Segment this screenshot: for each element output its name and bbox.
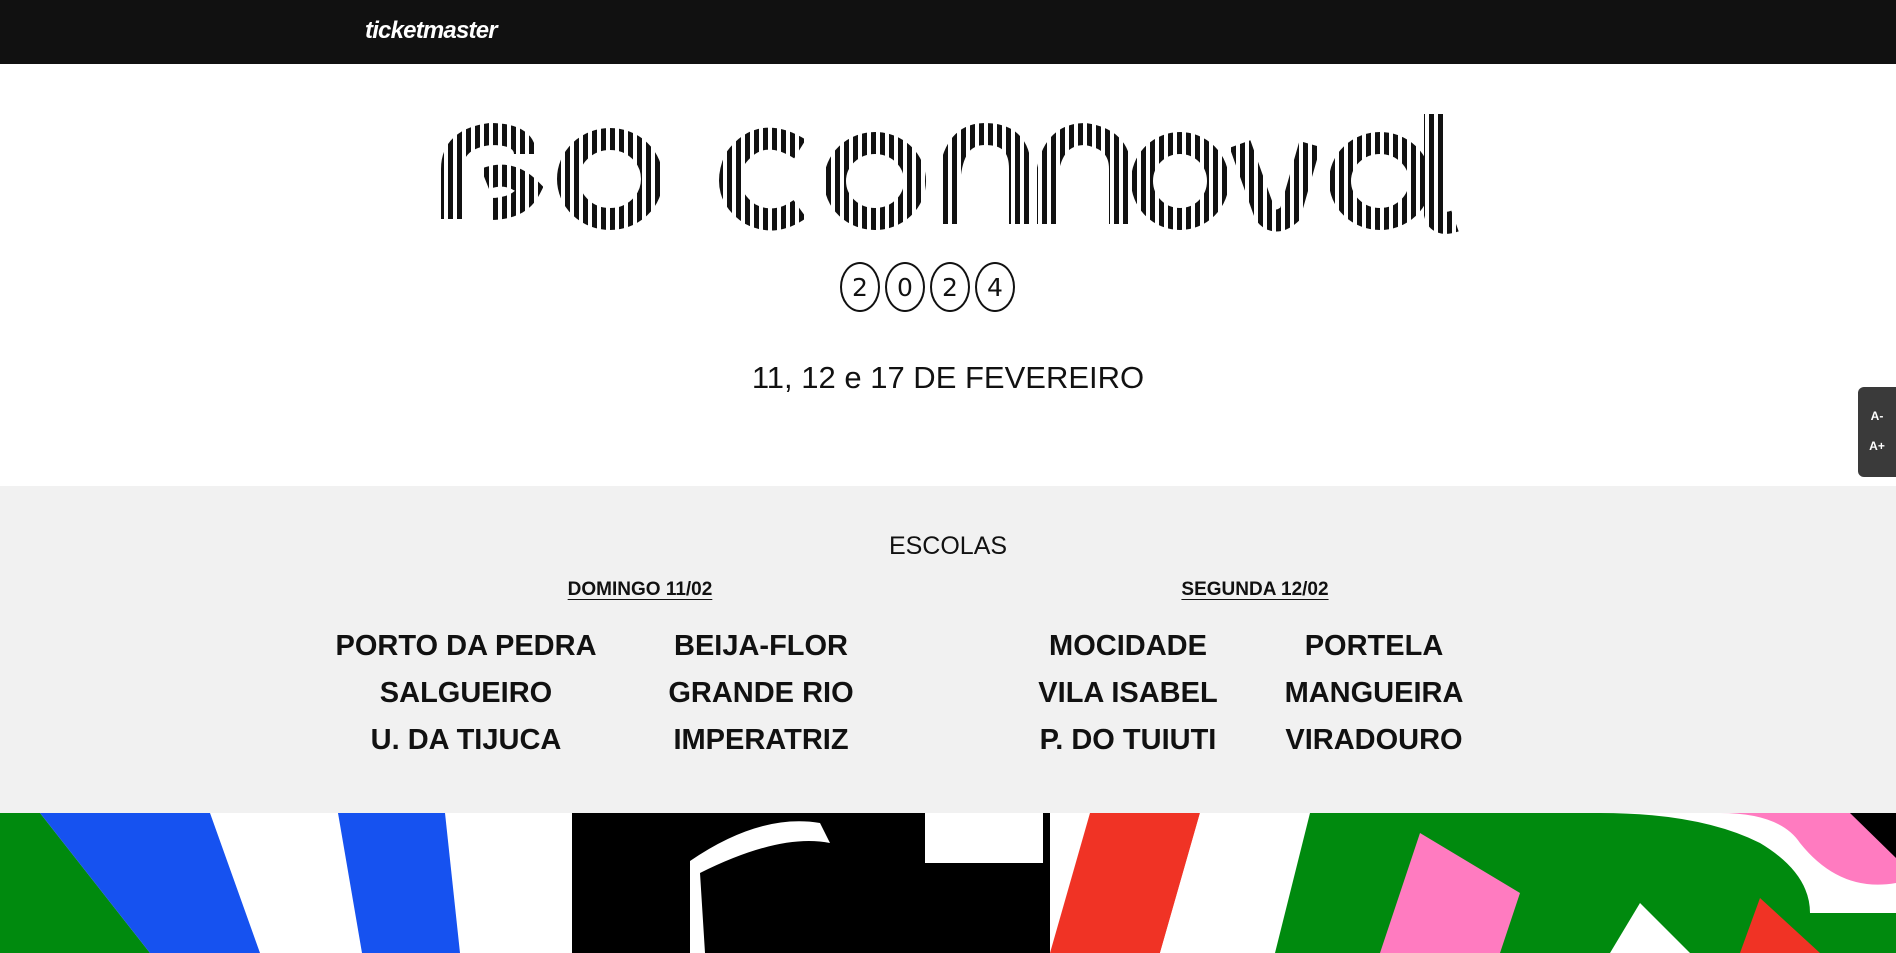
day-link-monday[interactable]: SEGUNDA 12/02: [1181, 579, 1328, 600]
school-link[interactable]: VILA ISABEL: [988, 677, 1268, 710]
schools-title: ESCOLAS: [888, 532, 1008, 560]
event-dates: 11, 12 e 17 DE FEVEREIRO: [751, 360, 1145, 395]
school-link[interactable]: BEIJA-FLOR: [621, 630, 901, 663]
schools-section: ESCOLAS DOMINGO 11/02 SEGUNDA 12/02 PORT…: [0, 486, 1896, 813]
school-link[interactable]: P. DO TUIUTI: [988, 724, 1268, 757]
school-link[interactable]: MOCIDADE: [988, 630, 1268, 663]
decrease-font-button[interactable]: A-: [1858, 409, 1896, 423]
school-link[interactable]: VIRADOURO: [1234, 724, 1514, 757]
day-heading-monday: SEGUNDA 12/02: [1055, 579, 1455, 601]
school-link[interactable]: PORTO DA PEDRA: [326, 630, 606, 663]
year-badge: 2 0 2 4: [840, 262, 1015, 312]
school-link[interactable]: SALGUEIRO: [326, 677, 606, 710]
school-link[interactable]: U. DA TIJUCA: [326, 724, 606, 757]
school-link[interactable]: PORTELA: [1234, 630, 1514, 663]
ticketmaster-logo[interactable]: ticketmaster: [365, 17, 498, 45]
day-heading-sunday: DOMINGO 11/02: [440, 579, 840, 601]
school-link[interactable]: IMPERATRIZ: [621, 724, 901, 757]
year-digit: 2: [840, 262, 880, 312]
decorative-banner: [0, 813, 1896, 953]
year-digit: 4: [975, 262, 1015, 312]
school-link[interactable]: GRANDE RIO: [621, 677, 901, 710]
font-size-controls: A- A+: [1858, 387, 1896, 477]
carnaval-pattern-graphic: [0, 813, 1896, 953]
top-bar: ticketmaster: [0, 0, 1896, 64]
school-link[interactable]: MANGUEIRA: [1234, 677, 1514, 710]
hero-section: 2 0 2 4 11, 12 e 17 DE FEVEREIRO: [0, 64, 1896, 486]
day-link-sunday[interactable]: DOMINGO 11/02: [568, 579, 713, 600]
increase-font-button[interactable]: A+: [1858, 439, 1896, 453]
year-digit: 2: [930, 262, 970, 312]
rio-carnaval-logo: [441, 114, 1459, 234]
year-digit: 0: [885, 262, 925, 312]
